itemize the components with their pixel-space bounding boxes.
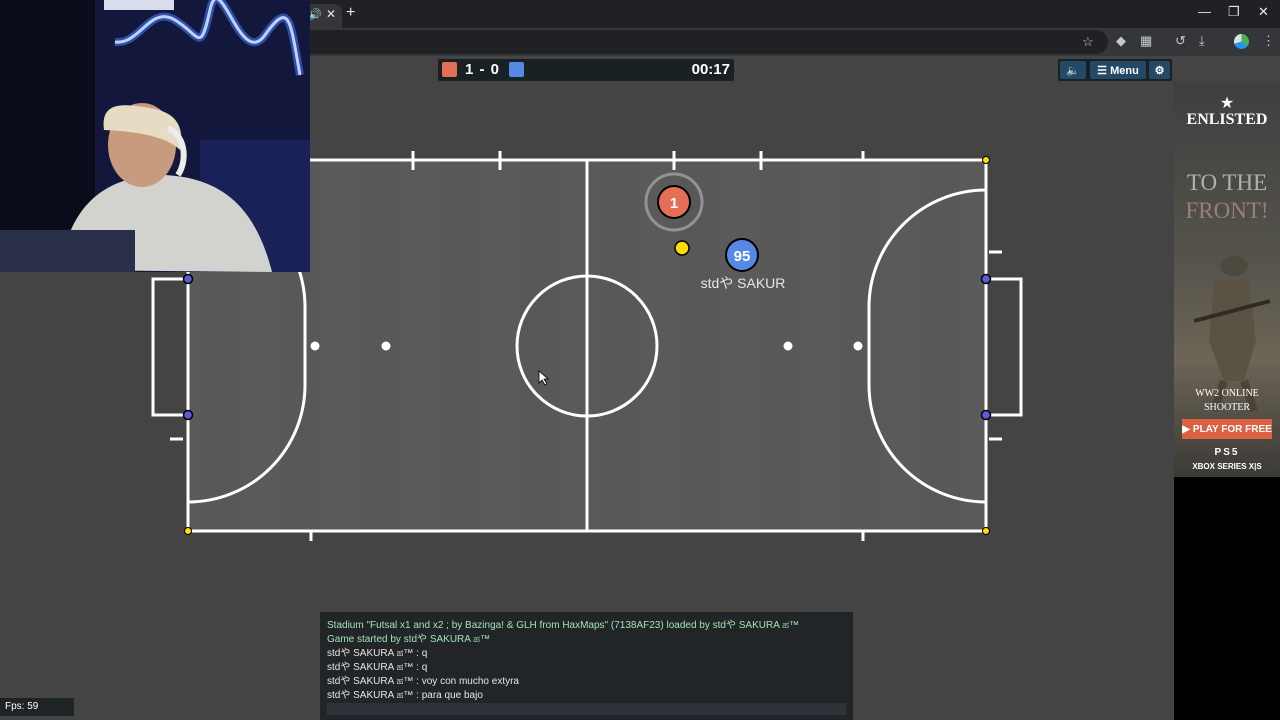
ad-subtitle: WW2 ONLINE SHOOTER <box>1174 387 1280 415</box>
ad-banner[interactable]: ★ ENLISTED TO THE FRONT! WW2 ONLINE SHOO… <box>1174 81 1280 477</box>
game-timer: 00:17 <box>691 61 730 78</box>
screen: 🔊 ✕ + — ❐ ✕ ☆ ◆ ▦ ↺ ⤓ ⋮ 1 95 stdや SAKUR … <box>0 0 1280 720</box>
score-text: 1 - 0 <box>465 61 501 78</box>
ps5-logo: PS5 <box>1214 447 1240 458</box>
chat-line: Game started by stdや SAKURA ಹ™ <box>327 634 491 645</box>
soldier-illustration <box>1193 256 1271 413</box>
gear-icon: ⚙ <box>1154 64 1165 77</box>
fps-counter: Fps: 59 <box>0 698 74 716</box>
chat-line: stdや SAKURA ಹ™ : voy con mucho extyra <box>327 676 519 687</box>
chat-box: Stadium "Futsal x1 and x2 ; by Bazinga! … <box>320 612 853 720</box>
chat-line: stdや SAKURA ಹ™ : q <box>327 648 428 659</box>
play-for-free-button[interactable]: ▶ PLAY FOR FREE <box>1182 419 1272 439</box>
menu-button[interactable]: ☰ Menu <box>1090 61 1146 79</box>
webcam-image <box>0 0 310 272</box>
chat-line: Stadium "Futsal x1 and x2 ; by Bazinga! … <box>327 620 800 631</box>
scoreboard: 1 - 0 00:17 <box>438 59 734 81</box>
streamer-webcam <box>0 0 310 272</box>
blue-player-name: stdや SAKUR <box>701 275 786 291</box>
ad-subtitle-line-1: WW2 ONLINE <box>1195 388 1259 399</box>
chat-input[interactable] <box>327 703 846 715</box>
red-player-number: 1 <box>670 195 678 212</box>
ad-space <box>1174 477 1280 720</box>
ad-subtitle-line-2: SHOOTER <box>1203 402 1251 413</box>
settings-button[interactable]: ⚙ <box>1149 61 1170 79</box>
red-team-indicator <box>442 62 457 77</box>
speaker-icon: 🔈 <box>1066 64 1080 77</box>
play-for-free-label: PLAY FOR FREE <box>1192 423 1272 435</box>
blue-team-indicator <box>509 62 524 77</box>
game-controls: 🔈 ☰ Menu ⚙ <box>1058 59 1172 81</box>
chat-line: stdや SAKURA ಹ™ : q <box>327 662 428 673</box>
ball <box>674 240 690 256</box>
chat-line: stdや SAKURA ಹ™ : para que bajo <box>327 690 483 701</box>
play-icon: ▶ <box>1182 423 1190 435</box>
blue-player-number: 95 <box>734 248 751 265</box>
sound-toggle-button[interactable]: 🔈 <box>1060 61 1086 79</box>
xbox-logo: XBOX SERIES X|S <box>1192 462 1262 471</box>
